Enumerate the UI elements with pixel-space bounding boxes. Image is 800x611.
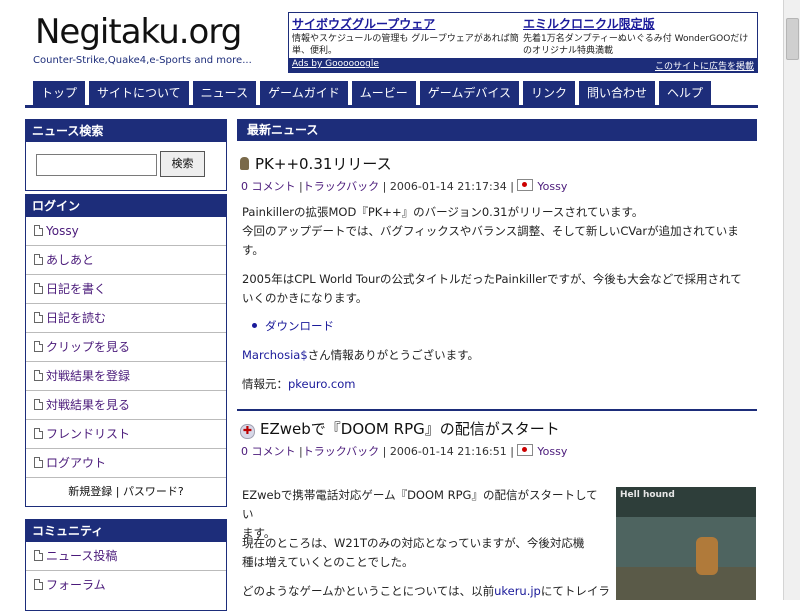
password-link[interactable]: パスワード?: [123, 485, 184, 498]
nav-top[interactable]: トップ: [33, 81, 86, 105]
post-title[interactable]: ✚ EZwebで『DOOM RPG』の配信がスタート: [240, 418, 560, 439]
sidebar-item-post-news[interactable]: ニュース投稿: [26, 542, 226, 571]
news-search-title: ニュース検索: [26, 120, 226, 142]
advertise-link[interactable]: このサイトに広告を掲載: [655, 59, 754, 72]
page-icon: [34, 428, 43, 439]
ad-right-desc: 先着1万名ダンプティーぬいぐるみ付 WonderGOOだけのオリジナル特典満載: [523, 34, 749, 56]
nav-link[interactable]: リンク: [523, 81, 576, 105]
community-box: コミュニティ ニュース投稿 フォーラム: [25, 519, 227, 611]
trackback-link[interactable]: トラックバック: [303, 180, 379, 193]
japan-flag-icon: [517, 179, 534, 191]
comments-link[interactable]: 0 コメント: [241, 180, 296, 193]
page-icon: [34, 550, 43, 561]
post-body: どのようなゲームかということについては、以前ukeru.jpにてトレイラ: [242, 584, 610, 598]
page-icon: [34, 341, 43, 352]
sidebar-item-footprints[interactable]: あしあと: [26, 246, 226, 275]
post-body: Painkillerの拡張MOD『PK++』のバージョン0.31がリリースされて…: [242, 205, 739, 257]
page-icon: [34, 399, 43, 410]
news-search-box: ニュース検索 検索: [25, 119, 227, 191]
page-icon: [34, 579, 43, 590]
login-footer: 新規登録 | パスワード?: [26, 478, 226, 506]
post-date: 2006-01-14 21:17:34: [389, 180, 507, 193]
download-link[interactable]: ダウンロード: [252, 318, 334, 334]
search-button[interactable]: 検索: [160, 151, 205, 177]
site-logo[interactable]: Negitaku.org: [35, 12, 242, 52]
nav-underline: [25, 105, 758, 108]
author-link[interactable]: Yossy: [537, 180, 567, 193]
monster-figure: [696, 537, 718, 575]
nav-game-device[interactable]: ゲームデバイス: [419, 81, 520, 105]
page-icon: [34, 312, 43, 323]
login-title: ログイン: [26, 195, 226, 217]
sidebar-item-forum[interactable]: フォーラム: [26, 571, 226, 599]
category-icon: [240, 157, 249, 170]
game-screenshot[interactable]: Hell hound: [616, 487, 756, 600]
page-icon: [34, 254, 43, 265]
main-nav: トップ サイトについて ニュース ゲームガイド ムービー ゲームデバイス リンク…: [33, 81, 758, 105]
comments-link[interactable]: 0 コメント: [241, 445, 296, 458]
nav-game-guide[interactable]: ゲームガイド: [260, 81, 348, 105]
vertical-scrollbar[interactable]: [783, 0, 800, 600]
mobile-category-icon: ✚: [240, 424, 255, 439]
page-icon: [34, 283, 43, 294]
source-link[interactable]: pkeuro.com: [288, 377, 355, 391]
nav-about[interactable]: サイトについて: [89, 81, 189, 105]
post-meta: 0 コメント |トラックバック | 2006-01-14 21:16:51 | …: [241, 444, 568, 458]
japan-flag-icon: [517, 444, 534, 456]
ad-right-title[interactable]: エミルクロニクル限定版: [523, 15, 753, 32]
register-link[interactable]: 新規登録: [68, 485, 112, 498]
latest-news-heading: 最新ニュース: [237, 119, 757, 141]
post-date: 2006-01-14 21:16:51: [389, 445, 507, 458]
ukeru-link[interactable]: ukeru.jp: [494, 584, 541, 598]
page-icon: [34, 370, 43, 381]
site-tagline: Counter-Strike,Quake4,e-Sports and more.…: [33, 55, 252, 66]
post-title[interactable]: PK++0.31リリース: [240, 153, 392, 174]
post-separator: [237, 409, 757, 411]
scrollbar-thumb[interactable]: [786, 18, 799, 60]
contributor-link[interactable]: Marchosia$: [242, 348, 308, 362]
news-search-input[interactable]: [36, 154, 157, 176]
nav-contact[interactable]: 問い合わせ: [579, 81, 656, 105]
post-body: 2005年はCPL World Tourの公式タイトルだったPainkiller…: [242, 272, 742, 305]
sidebar-item-view-results[interactable]: 対戦結果を見る: [26, 391, 226, 420]
page-icon: [34, 225, 43, 236]
nav-news[interactable]: ニュース: [192, 81, 257, 105]
community-title: コミュニティ: [26, 520, 226, 542]
ads-by-link[interactable]: Ads by Goooooogle: [292, 59, 379, 69]
sidebar-item-write-diary[interactable]: 日記を書く: [26, 275, 226, 304]
bullet-icon: [252, 323, 257, 328]
sidebar-item-read-diary[interactable]: 日記を読む: [26, 304, 226, 333]
ad-footer: Ads by Goooooogle このサイトに広告を掲載: [289, 58, 757, 72]
ad-left[interactable]: サイボウズグループウェア 情報やスケジュールの管理も グループウェアがあれば簡単…: [292, 15, 522, 57]
login-box: ログイン Yossy あしあと 日記を書く 日記を読む クリップを見る 対戦結果…: [25, 194, 227, 507]
author-link[interactable]: Yossy: [537, 445, 567, 458]
ad-banner: サイボウズグループウェア 情報やスケジュールの管理も グループウェアがあれば簡単…: [288, 12, 758, 73]
post-body: 現在のところは、W21Tのみの対応となっていますが、今後対応機 種は増えていくと…: [242, 536, 585, 569]
nav-movie[interactable]: ムービー: [351, 81, 416, 105]
sidebar-item-user[interactable]: Yossy: [26, 217, 226, 246]
ad-left-title[interactable]: サイボウズグループウェア: [292, 15, 522, 32]
sidebar-item-clips[interactable]: クリップを見る: [26, 333, 226, 362]
nav-help[interactable]: ヘルプ: [659, 81, 712, 105]
ad-left-desc: 情報やスケジュールの管理も グループウェアがあれば簡単、便利。: [292, 34, 519, 56]
page-icon: [34, 457, 43, 468]
sidebar-item-logout[interactable]: ログアウト: [26, 449, 226, 478]
source-line: 情報元：pkeuro.com: [242, 377, 356, 391]
sidebar-item-register-result[interactable]: 対戦結果を登録: [26, 362, 226, 391]
ad-right[interactable]: エミルクロニクル限定版 先着1万名ダンプティーぬいぐるみ付 WonderGOOだ…: [523, 15, 753, 57]
trackback-link[interactable]: トラックバック: [303, 445, 379, 458]
footer-divider: |: [115, 485, 120, 498]
sidebar-item-friend-list[interactable]: フレンドリスト: [26, 420, 226, 449]
thanks-line: Marchosia$さん情報ありがとうございます。: [242, 348, 480, 362]
screenshot-caption: Hell hound: [620, 490, 675, 500]
post-meta: 0 コメント |トラックバック | 2006-01-14 21:17:34 | …: [241, 179, 568, 193]
